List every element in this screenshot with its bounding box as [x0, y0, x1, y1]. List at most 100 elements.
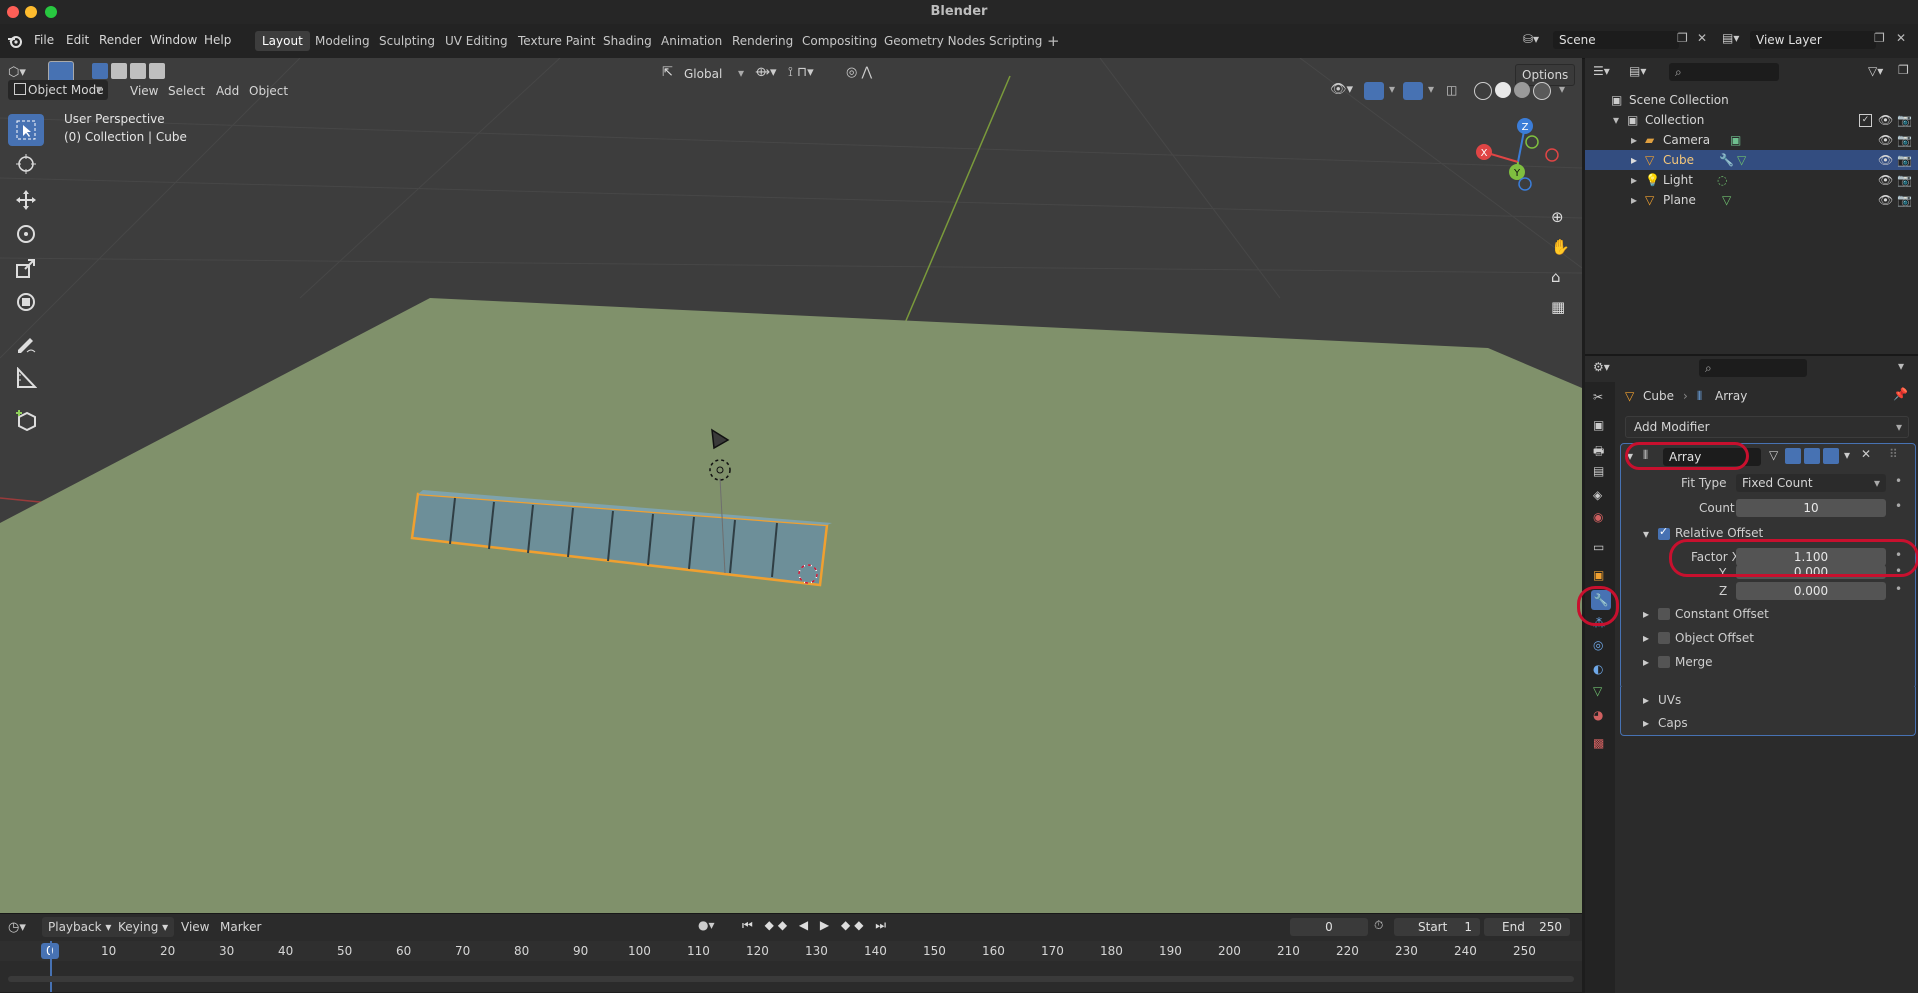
data-tab-icon[interactable]: ▽ [1593, 684, 1602, 698]
scale-tool[interactable] [8, 252, 44, 284]
expand-arrow-icon[interactable]: ▸ [1643, 607, 1649, 621]
scene-tab-icon[interactable]: ◈ [1593, 488, 1602, 502]
properties-editor-type-icon[interactable]: ⚙▾ [1593, 360, 1610, 374]
measure-tool[interactable] [8, 362, 44, 394]
display-mode-icon[interactable]: ▤▾ [1629, 64, 1646, 78]
shading-mode-group[interactable] [1474, 82, 1558, 100]
chevron-down-icon[interactable]: ▾ [1844, 448, 1850, 462]
merge-checkbox[interactable] [1658, 656, 1670, 668]
modifier-wrench-icon[interactable]: 🔧 [1719, 150, 1734, 170]
delete-scene-icon[interactable]: ✕ [1697, 31, 1707, 45]
object-tab-icon[interactable]: ▣ [1593, 568, 1604, 582]
record-keyframe-icon[interactable]: ●▾ [698, 918, 715, 932]
factor-z-field[interactable]: 0.000 [1736, 582, 1886, 600]
constraints-tab-icon[interactable]: ◐ [1593, 662, 1603, 676]
viewport-menu-add[interactable]: Add [216, 84, 239, 98]
zoom-icon[interactable]: ⊕ [1551, 208, 1564, 226]
expand-arrow-icon[interactable]: ▸ [1643, 693, 1649, 707]
clock-icon[interactable]: ⏱ [1374, 918, 1383, 933]
select-intersect-icon[interactable] [149, 63, 165, 79]
scene-field[interactable]: Scene [1553, 31, 1679, 49]
expand-arrow-icon[interactable]: ▸ [1643, 631, 1649, 645]
expand-arrow-icon[interactable]: ▸ [1643, 655, 1649, 669]
view-layer-field[interactable]: View Layer [1750, 31, 1876, 49]
select-subtract-icon[interactable] [130, 63, 146, 79]
overlay-toggle-icon[interactable] [1403, 82, 1423, 100]
view-layer-tab-icon[interactable]: ▤ [1593, 464, 1604, 478]
pivot-point-icon[interactable]: ⟴▾ [755, 65, 777, 80]
end-frame-field[interactable]: End 250 [1484, 918, 1570, 936]
camera-render-icon[interactable]: 📷 [1897, 150, 1912, 170]
camera-render-icon[interactable]: 📷 [1897, 110, 1912, 130]
menu-file[interactable]: File [34, 33, 54, 47]
rotate-tool[interactable] [8, 218, 44, 250]
viewport-menu-view[interactable]: View [130, 84, 158, 98]
tab-uv-editing[interactable]: UV Editing [438, 31, 515, 51]
keying-dropdown[interactable]: Keying ▾ [112, 917, 175, 937]
new-scene-icon[interactable]: ❐ [1677, 31, 1688, 45]
collapse-arrow-icon[interactable]: ▾ [1613, 110, 1619, 130]
tab-rendering[interactable]: Rendering [725, 31, 800, 51]
tab-scripting[interactable]: Scripting [982, 31, 1049, 51]
relative-offset-checkbox[interactable]: ✓ [1658, 525, 1670, 540]
physics-tab-icon[interactable]: ◎ [1593, 638, 1603, 652]
light-data-icon[interactable]: ◌ [1717, 170, 1727, 190]
camera-data-icon[interactable]: ▣ [1730, 130, 1741, 150]
expand-arrow-icon[interactable]: ▸ [1631, 130, 1637, 150]
transform-orientation-icon[interactable]: ⇱ [662, 65, 673, 80]
camera-render-icon[interactable]: 📷 [1897, 130, 1912, 150]
timeline-ruler[interactable]: 0 10 20 30 40 50 60 70 80 90 100 110 120… [0, 941, 1582, 961]
start-frame-field[interactable]: Start 1 [1394, 918, 1480, 936]
drag-handle-icon[interactable]: ⠿ [1889, 447, 1898, 461]
xray-toggle-icon[interactable]: ◫ [1446, 83, 1457, 97]
timeline-scrollbar[interactable] [8, 976, 1574, 982]
camera-render-icon[interactable]: 📷 [1897, 170, 1912, 190]
current-frame-field[interactable]: 0 [1290, 918, 1368, 936]
viewport-menu-select[interactable]: Select [168, 84, 205, 98]
transform-tool[interactable] [8, 286, 44, 318]
move-tool[interactable] [8, 184, 44, 216]
filter-icon[interactable]: ▽▾ [1868, 64, 1883, 78]
expand-arrow-icon[interactable]: ▸ [1631, 170, 1637, 190]
wireframe-shading-icon[interactable] [1474, 82, 1492, 100]
render-toggle-icon[interactable] [1823, 448, 1839, 464]
select-new-icon[interactable] [92, 63, 108, 79]
material-shading-icon[interactable] [1514, 82, 1530, 98]
keyframe-dot-icon[interactable]: • [1895, 499, 1902, 513]
collection-tab-icon[interactable]: ▭ [1593, 540, 1604, 554]
outliner-editor-type-icon[interactable]: ☰▾ [1593, 64, 1610, 78]
viewport-display-toggle-icon[interactable] [1804, 448, 1820, 464]
fit-type-dropdown[interactable]: Fixed Count ▾ [1736, 474, 1886, 492]
outliner-search-input[interactable]: ⌕ [1669, 63, 1779, 81]
tab-sculpting[interactable]: Sculpting [372, 31, 442, 51]
tab-compositing[interactable]: Compositing [795, 31, 884, 51]
snap-toggle-icon[interactable]: ⟟ ⊓▾ [788, 65, 814, 80]
tab-animation[interactable]: Animation [654, 31, 729, 51]
mesh-data-icon[interactable]: ▽ [1722, 190, 1731, 210]
perspective-toggle-icon[interactable]: ▦ [1551, 298, 1565, 316]
keyframe-dot-icon[interactable]: • [1895, 474, 1902, 488]
keyframe-dot-icon[interactable]: • [1895, 582, 1902, 596]
menu-render[interactable]: Render [99, 33, 142, 47]
view-layer-icon[interactable]: ▤▾ [1722, 31, 1739, 45]
pan-hand-icon[interactable]: ✋ [1551, 238, 1570, 256]
add-modifier-dropdown[interactable]: Add Modifier ▾ [1625, 416, 1909, 438]
tab-modeling[interactable]: Modeling [308, 31, 377, 51]
select-mode-group[interactable] [92, 63, 172, 81]
tab-geometry-nodes[interactable]: Geometry Nodes [877, 31, 992, 51]
proportional-edit-icon[interactable]: ◎ ⋀ [846, 65, 872, 80]
camera-render-icon[interactable]: 📷 [1897, 190, 1912, 210]
blender-logo-icon[interactable] [7, 33, 23, 49]
timeline-menu-view[interactable]: View [181, 920, 209, 934]
gizmo-toggle-icon[interactable] [1364, 82, 1384, 100]
texture-tab-icon[interactable]: ▩ [1593, 736, 1604, 750]
chevron-down-icon[interactable]: ▾ [1898, 359, 1904, 373]
menu-window[interactable]: Window [150, 33, 197, 47]
select-box-tool[interactable] [8, 114, 44, 146]
navigation-gizmo[interactable]: Z X Y [1470, 114, 1580, 204]
delete-view-layer-icon[interactable]: ✕ [1896, 31, 1906, 45]
exclude-checkbox[interactable]: ✓ [1859, 114, 1872, 127]
editor-type-icon[interactable]: ⬡▾ [8, 65, 26, 80]
expand-arrow-icon[interactable]: ▸ [1631, 150, 1637, 170]
playback-dropdown[interactable]: Playback ▾ [42, 917, 118, 937]
